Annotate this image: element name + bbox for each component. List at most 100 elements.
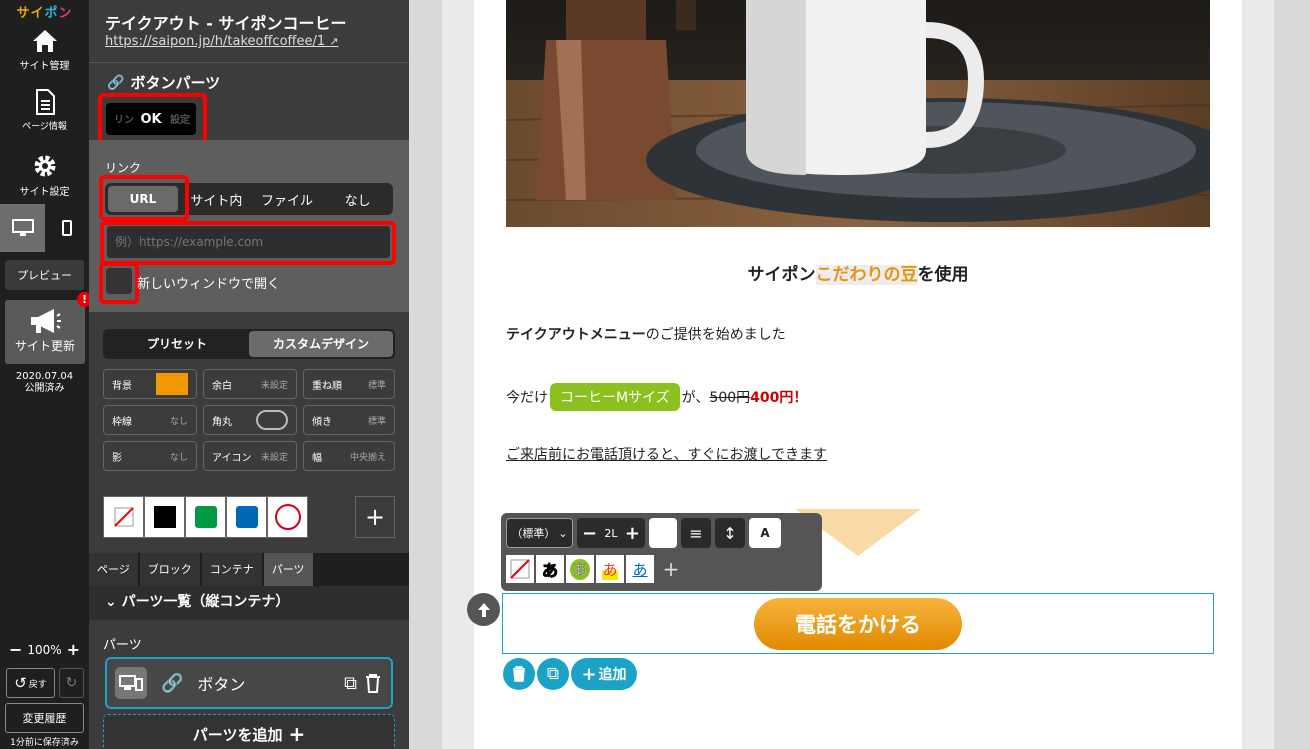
design-tabs: プリセット カスタムデザイン <box>103 329 395 359</box>
prop-value: なし <box>169 416 188 427</box>
prop-border[interactable]: 枠線 なし <box>103 405 197 435</box>
swatch-red-outline[interactable] <box>267 496 308 538</box>
prop-value: 未設定 <box>260 452 288 463</box>
smartphone-view-button[interactable] <box>45 204 89 252</box>
decrease-size-icon[interactable]: − <box>582 523 597 544</box>
site-update-button[interactable]: サイト更新 <box>5 300 85 364</box>
offer-pre: 今だけ <box>506 390 548 406</box>
prop-label: 背景 <box>112 380 132 392</box>
tab-container[interactable]: コンテナ <box>201 553 262 586</box>
redo-button[interactable]: ↻ <box>59 668 84 698</box>
prop-z-order[interactable]: 重ね順 標準 <box>303 369 395 399</box>
call-button[interactable]: 電話をかける <box>754 598 962 650</box>
red-outline-chip <box>274 504 301 530</box>
page-info-label: ページ情報 <box>22 122 67 132</box>
swatch-green[interactable] <box>185 496 226 538</box>
site-settings-button[interactable]: サイト設定 <box>0 152 89 198</box>
zoom-in-button[interactable]: + <box>67 642 80 658</box>
offer-pill: コーヒーMサイズ <box>550 383 680 411</box>
font-size-stepper[interactable]: −2L + <box>577 518 645 548</box>
prop-label: アイコン <box>212 452 252 464</box>
color-swatches <box>103 496 350 538</box>
redo-icon: ↻ <box>65 675 78 691</box>
tab-preset[interactable]: プリセット <box>105 331 249 357</box>
divider <box>89 62 409 63</box>
coffee-cup-image <box>506 0 1210 227</box>
text-color-button[interactable] <box>649 518 677 548</box>
history-button[interactable]: 変更履歴 <box>5 703 84 733</box>
property-panel: テイクアウト - サイポンコーヒー https://saipon.jp/h/ta… <box>89 0 409 749</box>
tab-page[interactable]: ページ <box>89 553 138 586</box>
new-price: 400円！ <box>750 390 808 406</box>
swatch-none[interactable] <box>103 496 144 538</box>
prop-shadow[interactable]: 影 なし <box>103 441 197 471</box>
parts-list-header[interactable]: ⌄ パーツ一覧（縦コンテナ） <box>89 586 409 620</box>
delete-part-button[interactable] <box>503 658 535 690</box>
parts-label: パーツ <box>103 638 142 653</box>
green-marker-button[interactable]: あ <box>566 555 594 583</box>
yellow-marker-button[interactable]: あ <box>596 555 624 583</box>
tab-none[interactable]: なし <box>322 190 393 209</box>
external-link-icon: ↗ <box>329 35 339 48</box>
add-swatch-button[interactable]: + <box>355 496 395 538</box>
no-color-icon <box>113 507 134 527</box>
site-title: テイクアウト - サイポンコーヒー <box>105 14 347 33</box>
trash-icon <box>513 666 525 682</box>
font-size-value: 2L <box>604 526 618 540</box>
copy-icon[interactable]: ⧉ <box>344 673 357 694</box>
preview-button[interactable]: プレビュー <box>5 260 84 290</box>
add-decoration-button[interactable]: + <box>659 555 683 583</box>
font-style-select[interactable]: （標準） ⌄ <box>506 518 573 548</box>
new-window-label: 新しいウィンドウで開く <box>137 277 281 292</box>
link-label: リンク <box>105 161 142 175</box>
underline-button[interactable]: あ <box>626 555 654 583</box>
tab-parts[interactable]: パーツ <box>263 553 313 586</box>
duplicate-part-button[interactable]: ⧉ <box>537 658 569 690</box>
tab-custom-design[interactable]: カスタムデザイン <box>249 331 393 357</box>
document-icon <box>35 89 55 115</box>
move-up-button[interactable] <box>467 593 500 626</box>
monitor-icon <box>11 219 34 236</box>
add-part-inline-button[interactable]: + 追加 <box>571 658 637 690</box>
tab-file[interactable]: ファイル <box>252 190 323 209</box>
prop-label: 角丸 <box>212 416 232 428</box>
prop-radius[interactable]: 角丸 <box>203 405 297 435</box>
font-weight-button[interactable]: A <box>749 518 781 548</box>
trash-icon[interactable] <box>365 673 381 693</box>
chevron-down-icon: ⌄ <box>558 526 568 540</box>
scope-tabs: ページ ブロック コンテナ パーツ <box>89 553 409 586</box>
add-label: 追加 <box>598 667 627 683</box>
zoom-control: − 100% + <box>0 642 89 658</box>
add-part-button[interactable]: パーツを追加 + <box>103 714 395 749</box>
align-left-icon[interactable]: ≡ <box>681 518 711 548</box>
site-url-link[interactable]: https://saipon.jp/h/takeoffcoffee/1 ↗ <box>105 34 339 49</box>
outline-text-button[interactable]: あ <box>536 555 564 583</box>
part-name: ボタン <box>197 675 246 694</box>
saipon-logo[interactable]: サイポン <box>0 2 89 21</box>
tab-site-internal[interactable]: サイト内 <box>181 190 252 209</box>
megaphone-icon <box>31 309 61 333</box>
prop-label: 重ね順 <box>312 380 342 392</box>
part-item-button[interactable]: 🔗 ボタン ⧉ <box>105 657 393 709</box>
gear-icon <box>34 155 55 177</box>
prop-padding[interactable]: 余白 未設定 <box>203 369 297 399</box>
no-decoration-icon[interactable] <box>506 555 534 583</box>
line-height-icon[interactable]: ↕ <box>715 518 745 548</box>
plus-icon: + <box>364 503 386 531</box>
page-info-button[interactable]: ページ情報 <box>0 88 89 132</box>
pc-view-button[interactable] <box>0 204 45 252</box>
prop-tilt[interactable]: 傾き 標準 <box>303 405 395 435</box>
undo-button[interactable]: ↺ 戻す <box>6 668 55 698</box>
prop-width[interactable]: 幅 中央揃え <box>303 441 395 471</box>
prop-icon[interactable]: アイコン 未設定 <box>203 441 297 471</box>
increase-size-icon[interactable]: + <box>625 523 640 544</box>
site-manage-button[interactable]: サイト管理 <box>0 28 89 72</box>
site-settings-label: サイト設定 <box>19 187 70 198</box>
swatch-blue[interactable] <box>226 496 267 538</box>
heading: サイポンこだわりの豆を使用 <box>506 260 1210 285</box>
zoom-out-button[interactable]: − <box>9 642 22 658</box>
swatch-black[interactable] <box>144 496 185 538</box>
tab-block[interactable]: ブロック <box>139 553 200 586</box>
copy-icon: ⧉ <box>546 664 560 684</box>
prop-background[interactable]: 背景 <box>103 369 197 399</box>
